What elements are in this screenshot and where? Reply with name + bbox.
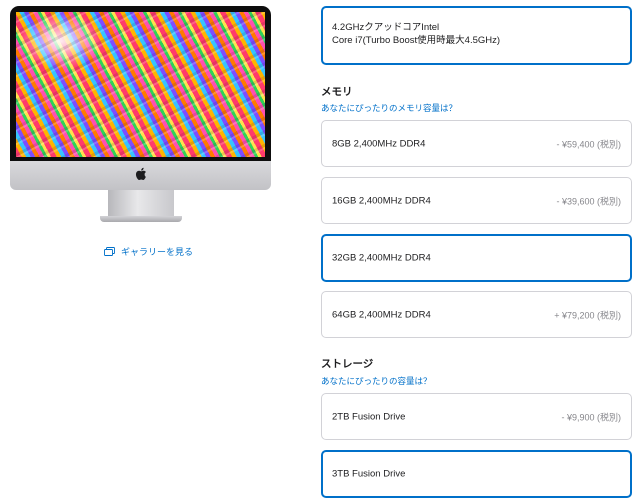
processor-line-2: Core i7(Turbo Boost使用時最大4.5GHz) <box>332 35 501 46</box>
product-image-imac <box>10 6 271 222</box>
memory-option-64gb[interactable]: 64GB 2,400MHz DDR4 + ¥79,200 (税別) <box>321 291 632 338</box>
imac-screen-wallpaper <box>16 12 265 157</box>
storage-section-title: ストレージ <box>321 358 374 370</box>
storage-option-3tb[interactable]: 3TB Fusion Drive <box>321 450 632 498</box>
imac-stand-neck <box>108 190 174 216</box>
memory-option-price: - ¥59,400 (税別) <box>556 139 621 149</box>
gallery-icon <box>104 246 115 256</box>
memory-section-title: メモリ <box>321 86 353 98</box>
storage-option-price: - ¥9,900 (税別) <box>561 412 621 422</box>
memory-option-32gb[interactable]: 32GB 2,400MHz DDR4 <box>321 234 632 282</box>
storage-help-link[interactable]: あなたにぴったりの容量は？ <box>321 375 432 387</box>
memory-option-price: + ¥79,200 (税別) <box>554 310 621 320</box>
memory-help-link[interactable]: あなたにぴったりのメモリ容量は？ <box>321 102 457 114</box>
memory-option-16gb[interactable]: 16GB 2,400MHz DDR4 - ¥39,600 (税別) <box>321 177 632 224</box>
processor-option-label: 4.2GHzクアッドコアIntel Core i7(Turbo Boost使用時… <box>332 21 500 47</box>
imac-stand-foot <box>100 216 182 222</box>
apple-logo-icon <box>134 166 148 182</box>
processor-line-1: 4.2GHzクアッドコアIntel <box>332 22 440 33</box>
gallery-link-label: ギャラリーを見る <box>121 246 194 257</box>
storage-option-label: 2TB Fusion Drive <box>332 411 406 422</box>
storage-option-label: 3TB Fusion Drive <box>332 468 406 480</box>
memory-option-label: 16GB 2,400MHz DDR4 <box>332 195 431 206</box>
memory-option-price: - ¥39,600 (税別) <box>556 196 621 206</box>
memory-option-label: 8GB 2,400MHz DDR4 <box>332 138 426 149</box>
imac-display-bezel <box>10 6 271 161</box>
gallery-link[interactable]: ギャラリーを見る <box>104 244 193 258</box>
memory-option-8gb[interactable]: 8GB 2,400MHz DDR4 - ¥59,400 (税別) <box>321 120 632 167</box>
processor-option-selected[interactable]: 4.2GHzクアッドコアIntel Core i7(Turbo Boost使用時… <box>321 6 632 65</box>
memory-option-label: 32GB 2,400MHz DDR4 <box>332 252 431 264</box>
storage-option-2tb[interactable]: 2TB Fusion Drive - ¥9,900 (税別) <box>321 393 632 440</box>
memory-option-label: 64GB 2,400MHz DDR4 <box>332 309 431 320</box>
